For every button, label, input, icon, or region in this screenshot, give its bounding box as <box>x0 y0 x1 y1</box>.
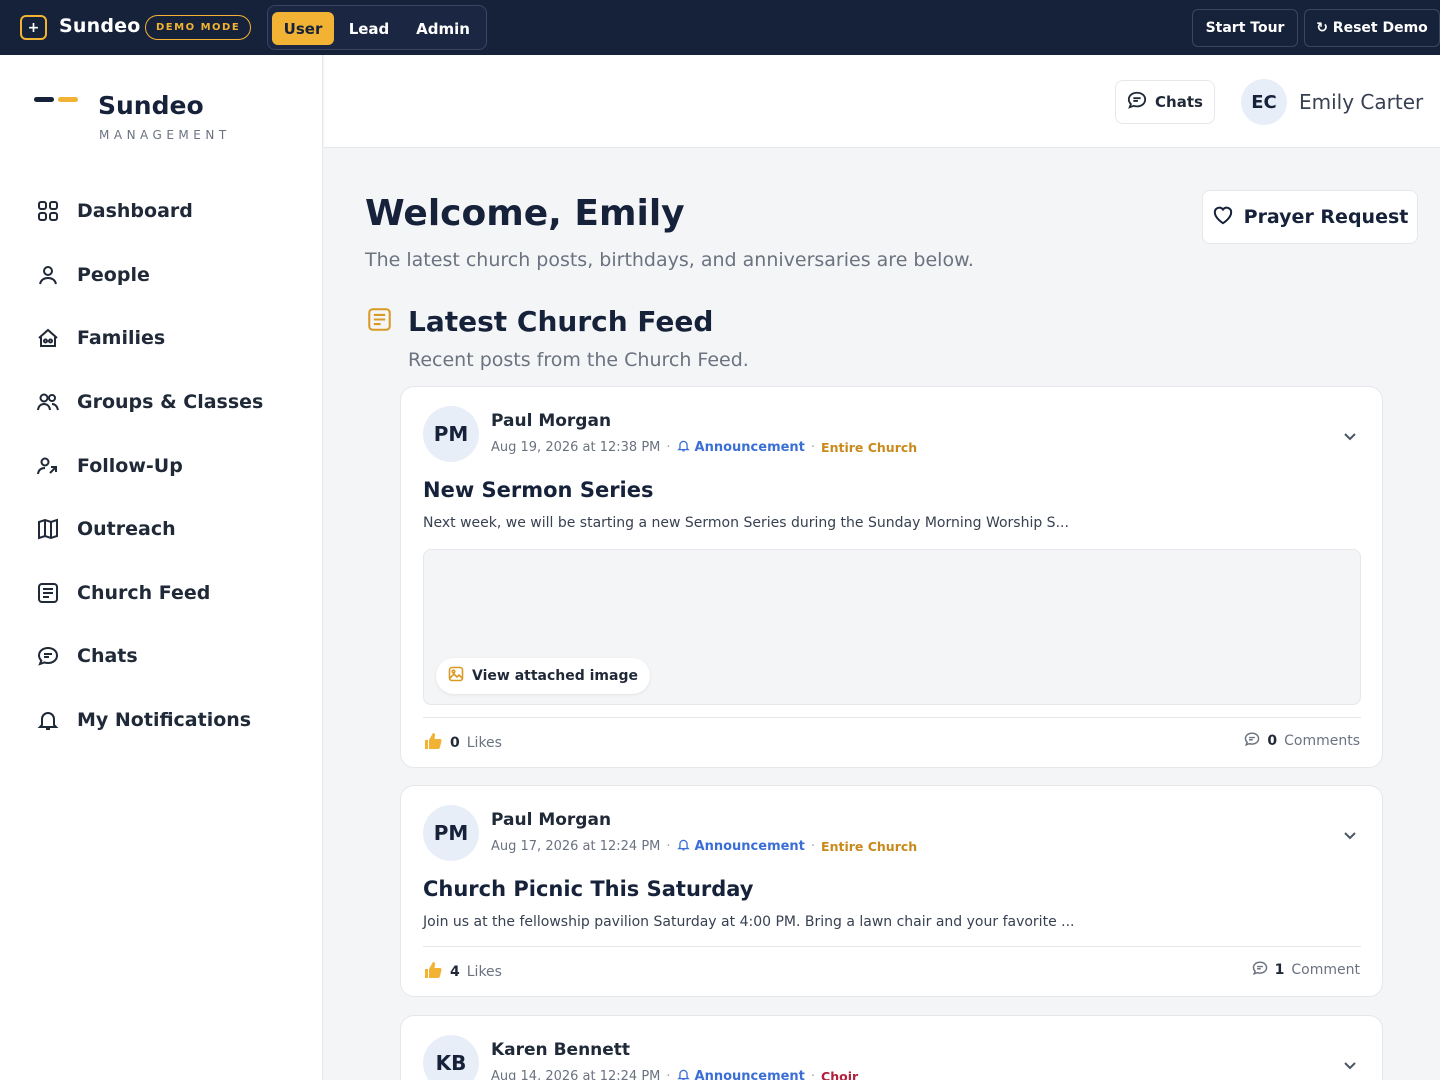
user-arrow-icon <box>36 454 60 478</box>
feed-section-subtitle: Recent posts from the Church Feed. <box>408 349 749 371</box>
post-comments[interactable]: 1 Comment <box>1252 960 1360 980</box>
app-brand: Sundeo <box>59 15 141 37</box>
post-body: Next week, we will be starting a new Ser… <box>423 515 1069 531</box>
post-image-placeholder: View attached image <box>423 549 1361 705</box>
bell-icon <box>36 708 60 732</box>
role-switcher: User Lead Admin <box>267 5 487 50</box>
bell-icon <box>676 838 690 855</box>
map-icon <box>36 517 60 541</box>
app-logo-icon: + <box>20 15 47 40</box>
page-title: Welcome, Emily <box>365 193 685 234</box>
chat-icon <box>1252 960 1268 980</box>
view-attached-image-button[interactable]: View attached image <box>436 658 650 694</box>
avatar[interactable]: EC <box>1241 79 1287 125</box>
avatar: PM <box>423 805 479 861</box>
post-date: Aug 14, 2026 at 12:24 PM <box>491 1069 661 1080</box>
house-icon <box>36 326 60 350</box>
chevron-down-icon[interactable] <box>1341 826 1359 848</box>
sidebar-item-families[interactable]: Families <box>36 318 296 358</box>
post-type: Announcement <box>676 1068 805 1080</box>
feed-icon <box>367 307 392 336</box>
post-audience: Entire Church <box>821 440 918 455</box>
page-subtitle: The latest church posts, birthdays, and … <box>365 249 974 271</box>
reset-demo-button[interactable]: ↻ Reset Demo <box>1304 9 1440 47</box>
sidebar-item-label: Dashboard <box>77 200 193 222</box>
chat-icon <box>1127 90 1147 114</box>
post-likes[interactable]: 4 Likes <box>423 960 502 984</box>
post-audience: Entire Church <box>821 839 918 854</box>
post-type: Announcement <box>676 439 805 456</box>
heart-icon <box>1212 205 1234 230</box>
divider <box>423 946 1361 947</box>
dashboard-icon <box>36 199 60 223</box>
user-name[interactable]: Emily Carter <box>1299 90 1423 114</box>
post-type: Announcement <box>676 838 805 855</box>
bell-icon <box>676 1068 690 1080</box>
sidebar-item-chats[interactable]: Chats <box>36 636 296 676</box>
post-likes[interactable]: 0 Likes <box>423 731 502 755</box>
feed-post[interactable]: PM Paul Morgan Aug 19, 2026 at 12:38 PM … <box>400 386 1383 768</box>
start-tour-button[interactable]: Start Tour <box>1192 9 1298 47</box>
sidebar-brand-sub: MANAGEMENT <box>99 128 231 142</box>
post-audience: Choir <box>821 1069 859 1080</box>
post-meta: Aug 17, 2026 at 12:24 PM · Announcement … <box>491 838 918 855</box>
sidebar-item-church-feed[interactable]: Church Feed <box>36 573 296 613</box>
chat-icon <box>1244 731 1260 751</box>
post-body: Join us at the fellowship pavilion Satur… <box>423 914 1075 930</box>
sidebar-item-label: My Notifications <box>77 709 252 731</box>
avatar: KB <box>423 1035 479 1080</box>
feed-section-title: Latest Church Feed <box>408 305 714 338</box>
post-author[interactable]: Paul Morgan <box>491 411 611 431</box>
role-user-button[interactable]: User <box>272 12 334 45</box>
sidebar-item-label: People <box>77 264 150 286</box>
thumbs-up-icon <box>423 731 443 755</box>
page-header: Chats EC Emily Carter <box>324 55 1440 148</box>
sidebar-item-follow-up[interactable]: Follow-Up <box>36 446 296 486</box>
post-title[interactable]: New Sermon Series <box>423 478 654 502</box>
sidebar-item-label: Families <box>77 327 166 349</box>
prayer-request-button[interactable]: Prayer Request <box>1202 190 1418 244</box>
chat-icon <box>36 644 60 668</box>
users-icon <box>36 390 60 414</box>
top-bar: + Sundeo DEMO MODE User Lead Admin Start… <box>0 0 1440 55</box>
sidebar-item-label: Groups & Classes <box>77 391 264 413</box>
feed-post[interactable]: KB Karen Bennett Aug 14, 2026 at 12:24 P… <box>400 1015 1383 1080</box>
role-admin-button[interactable]: Admin <box>406 12 480 45</box>
avatar: PM <box>423 406 479 462</box>
sidebar: Sundeo MANAGEMENT Dashboard People Famil… <box>0 55 323 1080</box>
chevron-down-icon[interactable] <box>1341 427 1359 449</box>
sidebar-brand: Sundeo <box>98 91 204 120</box>
post-date: Aug 17, 2026 at 12:24 PM <box>491 839 661 854</box>
sidebar-item-notifications[interactable]: My Notifications <box>36 700 296 740</box>
feed-post[interactable]: PM Paul Morgan Aug 17, 2026 at 12:24 PM … <box>400 785 1383 997</box>
sidebar-item-label: Chats <box>77 645 138 667</box>
sidebar-item-label: Outreach <box>77 518 176 540</box>
prayer-request-label: Prayer Request <box>1243 206 1409 228</box>
divider <box>423 717 1361 718</box>
post-comments[interactable]: 0 Comments <box>1244 731 1360 751</box>
sidebar-item-groups[interactable]: Groups & Classes <box>36 382 296 422</box>
post-date: Aug 19, 2026 at 12:38 PM <box>491 440 661 455</box>
header-chats-button[interactable]: Chats <box>1115 80 1215 124</box>
sidebar-item-people[interactable]: People <box>36 255 296 295</box>
header-chats-label: Chats <box>1155 93 1203 111</box>
bell-icon <box>676 439 690 456</box>
sidebar-item-outreach[interactable]: Outreach <box>36 509 296 549</box>
demo-mode-badge: DEMO MODE <box>145 15 252 40</box>
post-author[interactable]: Paul Morgan <box>491 810 611 830</box>
person-icon <box>36 263 60 287</box>
thumbs-up-icon <box>423 960 443 984</box>
sidebar-item-label: Church Feed <box>77 582 211 604</box>
brand-mark-icon <box>34 97 78 103</box>
image-icon <box>448 666 464 686</box>
post-author[interactable]: Karen Bennett <box>491 1040 630 1060</box>
feed-icon <box>36 581 60 605</box>
post-title[interactable]: Church Picnic This Saturday <box>423 877 754 901</box>
post-meta: Aug 14, 2026 at 12:24 PM · Announcement … <box>491 1068 858 1080</box>
sidebar-item-label: Follow-Up <box>77 455 183 477</box>
chevron-down-icon[interactable] <box>1341 1056 1359 1078</box>
sidebar-item-dashboard[interactable]: Dashboard <box>36 191 296 231</box>
post-meta: Aug 19, 2026 at 12:38 PM · Announcement … <box>491 439 918 456</box>
role-lead-button[interactable]: Lead <box>338 12 400 45</box>
